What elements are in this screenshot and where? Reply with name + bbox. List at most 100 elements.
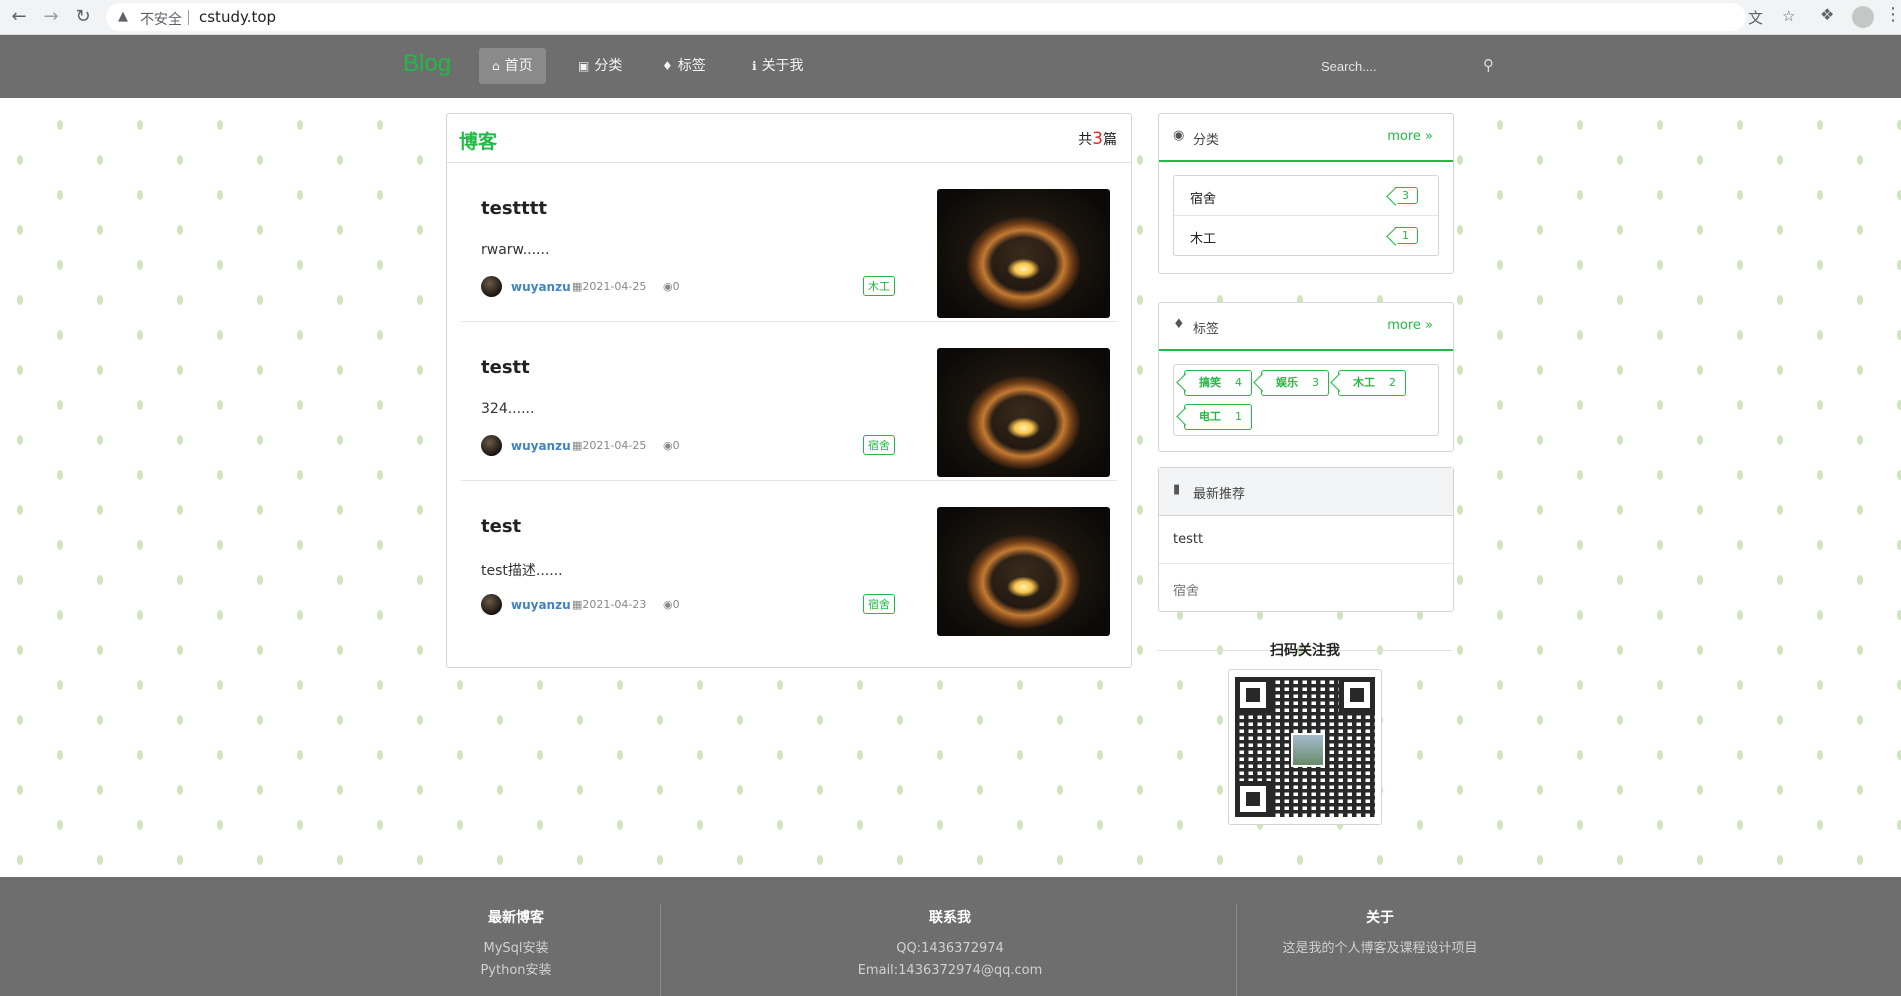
post-author[interactable]: wuyanzu: [511, 598, 571, 612]
extensions-puzzle-icon[interactable]: ❖: [1820, 5, 1834, 24]
back-arrow-icon[interactable]: ←: [8, 6, 30, 28]
post-author[interactable]: wuyanzu: [511, 439, 571, 453]
recommend-item[interactable]: testt: [1159, 516, 1453, 564]
eye-icon: ◉: [663, 439, 673, 452]
qr-finder: [1339, 677, 1375, 713]
search-input[interactable]: [1305, 50, 1497, 82]
bookmark-star-icon[interactable]: ☆: [1782, 7, 1795, 25]
post-tag[interactable]: 宿舍: [863, 594, 895, 614]
address-bar[interactable]: ▲ 不安全 cstudy.top 文 ☆: [106, 3, 1795, 31]
post-views: ◉0: [663, 280, 680, 293]
post-title[interactable]: test: [481, 516, 521, 537]
author-avatar: [481, 435, 502, 456]
post-item[interactable]: test test描述...... wuyanzu ▦2021-04-23 ◉0…: [461, 481, 1117, 639]
translate-icon[interactable]: 文: [1748, 7, 1763, 28]
tag-chip[interactable]: 搞笑 4: [1184, 370, 1252, 396]
nav-item-label: 标签: [677, 58, 706, 74]
post-date: ▦2021-04-25: [572, 280, 646, 293]
tag-name: 搞笑: [1199, 376, 1221, 389]
calendar-icon: ▦: [572, 439, 583, 452]
footer-contact-title: 联系我: [929, 910, 971, 926]
post-thumbnail[interactable]: [937, 507, 1110, 636]
warning-icon[interactable]: ▲: [118, 9, 128, 24]
post-tag[interactable]: 木工: [863, 276, 895, 296]
nav-item-tags[interactable]: ♦ 标签: [649, 48, 719, 84]
tag-count: 4: [1235, 376, 1242, 389]
nav-item-label: 分类: [594, 58, 623, 74]
category-name: 木工: [1190, 232, 1217, 247]
post-thumbnail[interactable]: [937, 189, 1110, 318]
post-title[interactable]: testttt: [481, 198, 547, 219]
tag-list: 搞笑 4 娱乐 3 木工 2 电工 1: [1173, 364, 1439, 436]
lightbulb-icon: ◉: [1173, 128, 1185, 143]
footer-divider: [660, 904, 661, 996]
post-item[interactable]: testt 324...... wuyanzu ▦2021-04-25 ◉0 宿…: [461, 322, 1117, 481]
more-menu-icon[interactable]: ⋮: [1884, 4, 1901, 25]
category-list: 宿舍 3 木工 1: [1173, 175, 1439, 256]
double-chevron-right-icon: »: [1425, 129, 1433, 144]
site-brand[interactable]: Blog: [403, 50, 451, 78]
qr-finder: [1235, 781, 1271, 817]
post-title[interactable]: testt: [481, 357, 530, 378]
nav-item-about[interactable]: ℹ 关于我: [739, 48, 817, 84]
qr-title: 扫码关注我: [1270, 643, 1340, 659]
category-count: 1: [1395, 227, 1418, 244]
qr-code-image: [1235, 677, 1375, 817]
url-text[interactable]: cstudy.top: [199, 8, 276, 26]
sitemap-icon: ▣: [578, 59, 590, 73]
blog-count: 共3篇: [1078, 129, 1117, 149]
tags-icon: ♦: [1173, 317, 1185, 332]
nav-item-categories[interactable]: ▣ 分类: [565, 48, 635, 84]
footer-latest-link[interactable]: Python安装: [436, 960, 596, 982]
site-navbar: Blog ⌂ 首页 ▣ 分类 ♦ 标签 ℹ 关于我 ⚲: [0, 35, 1901, 98]
eye-icon: ◉: [663, 280, 673, 293]
profile-avatar-icon[interactable]: [1852, 6, 1874, 28]
post-description: 324......: [481, 401, 535, 417]
tags-card: ♦ 标签 more » 搞笑 4 娱乐 3 木工 2 电工 1: [1158, 302, 1454, 452]
qr-code-frame: [1228, 669, 1382, 825]
search-icon[interactable]: ⚲: [1483, 56, 1494, 74]
footer-latest-link[interactable]: MySql安装: [436, 938, 596, 960]
post-tag[interactable]: 宿舍: [863, 435, 895, 455]
tag-count: 1: [1235, 410, 1242, 423]
tag-name: 娱乐: [1276, 376, 1298, 389]
tag-chip[interactable]: 娱乐 3: [1261, 370, 1329, 396]
recommend-card-header: ▮ 最新推荐: [1159, 468, 1453, 516]
blog-count-suffix: 篇: [1103, 132, 1117, 148]
nav-item-label: 关于我: [761, 58, 804, 74]
info-icon: ℹ: [752, 59, 757, 73]
post-date-text: 2021-04-25: [582, 439, 647, 452]
categories-card-header: ◉ 分类 more »: [1159, 114, 1453, 162]
eye-icon: ◉: [663, 598, 673, 611]
category-count: 3: [1395, 187, 1418, 204]
browser-toolbar: ← → ↻ ▲ 不安全 cstudy.top 文 ☆ ❖ ⋮: [0, 0, 1901, 35]
more-label: more: [1387, 318, 1421, 333]
post-views: ◉0: [663, 439, 680, 452]
categories-card-title: 分类: [1193, 133, 1220, 148]
post-date: ▦2021-04-23: [572, 598, 646, 611]
category-item[interactable]: 宿舍 3: [1174, 176, 1438, 216]
recommend-item-text: 宿舍: [1173, 584, 1200, 599]
tag-chip[interactable]: 木工 2: [1338, 370, 1406, 396]
nav-item-home[interactable]: ⌂ 首页: [479, 48, 546, 84]
home-icon: ⌂: [492, 59, 500, 73]
author-avatar: [481, 276, 502, 297]
tags-card-title: 标签: [1193, 322, 1220, 337]
tags-more-link[interactable]: more »: [1387, 318, 1433, 333]
blog-count-prefix: 共: [1078, 132, 1093, 148]
post-item[interactable]: testttt rwarw...... wuyanzu ▦2021-04-25 …: [461, 163, 1117, 322]
forward-arrow-icon[interactable]: →: [40, 6, 62, 28]
security-label[interactable]: 不安全: [140, 9, 182, 29]
category-item[interactable]: 木工 1: [1174, 216, 1438, 255]
post-description: test描述......: [481, 563, 563, 579]
post-date-text: 2021-04-23: [582, 598, 647, 611]
categories-more-link[interactable]: more »: [1387, 129, 1433, 144]
post-date: ▦2021-04-25: [572, 439, 646, 452]
reload-icon[interactable]: ↻: [72, 6, 94, 28]
tag-chip[interactable]: 电工 1: [1184, 404, 1252, 430]
post-author[interactable]: wuyanzu: [511, 280, 571, 294]
post-thumbnail[interactable]: [937, 348, 1110, 477]
footer-qq: QQ:1436372974: [896, 941, 1004, 956]
recommend-item[interactable]: 宿舍: [1159, 564, 1453, 611]
post-views-count: 0: [672, 439, 680, 452]
